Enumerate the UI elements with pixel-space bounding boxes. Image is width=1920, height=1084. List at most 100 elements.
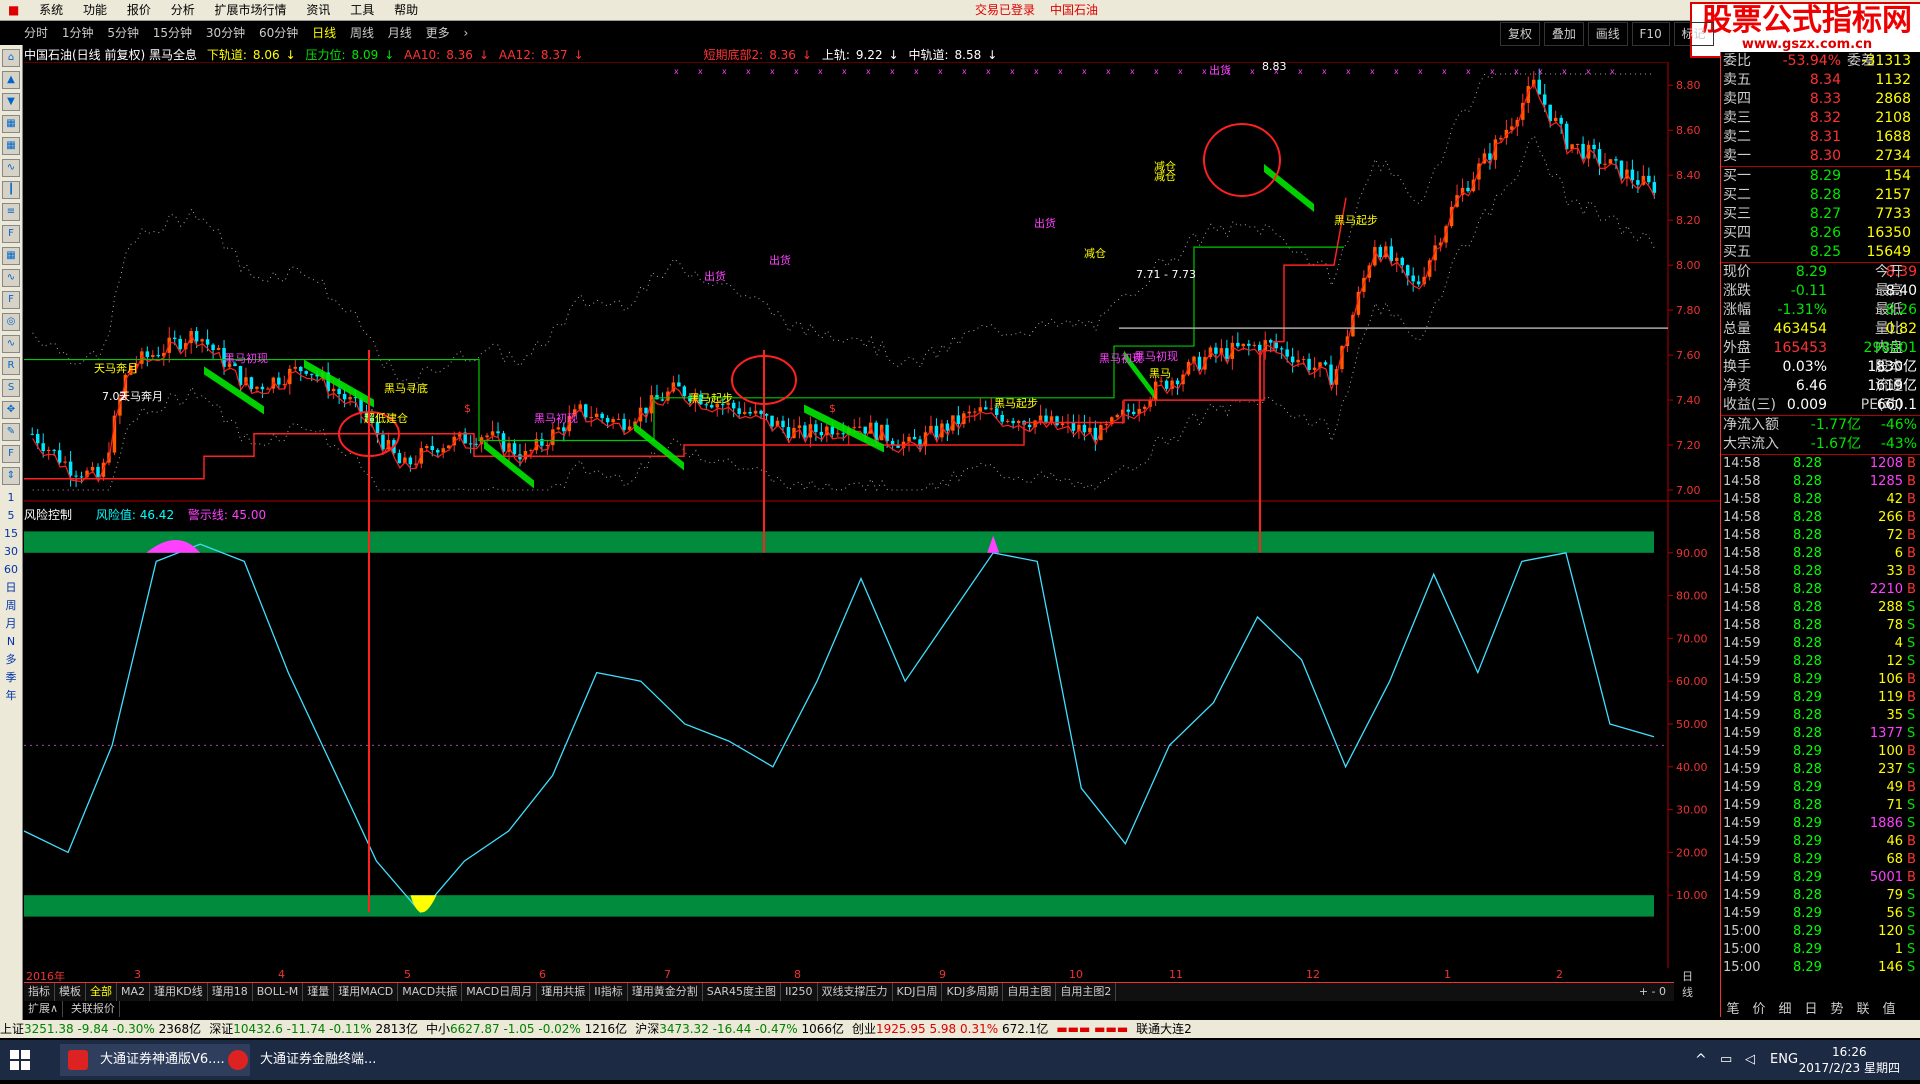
move-icon[interactable]: ✥ [2, 401, 20, 419]
period-tab[interactable]: 60分钟 [259, 22, 298, 44]
indicator-tab[interactable]: 瑾量 [303, 983, 334, 1001]
indicator-tab[interactable]: 瑾用18 [208, 983, 253, 1001]
indicator-tab[interactable]: SAR45度主图 [703, 983, 781, 1001]
indicator-tab[interactable]: II250 [781, 983, 817, 1001]
period-month[interactable]: 月 [0, 615, 22, 633]
indicator-tab[interactable]: KDJ多周期 [942, 983, 1003, 1001]
period-year[interactable]: 年 [0, 687, 22, 705]
index-item[interactable]: 中小6627.87 -1.05 -0.02% 1216亿 [426, 1020, 627, 1038]
clock[interactable]: 16:26 2017/2/23 星期四 [1799, 1040, 1900, 1084]
indicator-tab[interactable]: 自用主图2 [1056, 983, 1116, 1001]
period-tab[interactable]: 5分钟 [107, 22, 139, 44]
index-item[interactable]: 创业1925.95 5.98 0.31% 672.1亿 [852, 1020, 1048, 1038]
period-1[interactable]: 1 [0, 489, 22, 507]
indicator-tab[interactable]: MA2 [117, 983, 150, 1001]
indicator-tab[interactable]: 瑾用MACD [334, 983, 398, 1001]
tray-expand-icon[interactable]: ^ [1695, 1052, 1707, 1068]
period-tab[interactable]: 1分钟 [62, 22, 94, 44]
period-30[interactable]: 30 [0, 543, 22, 561]
windows-start-icon[interactable] [10, 1050, 30, 1070]
f10-button[interactable]: F10 [1632, 22, 1670, 46]
menu-quote[interactable]: 报价 [119, 0, 159, 20]
ime-indicator[interactable]: ENG [1770, 1052, 1798, 1067]
period-multi[interactable]: 多 [0, 651, 22, 669]
menu-system[interactable]: 系统 [31, 0, 71, 20]
menu-extended-market[interactable]: 扩展市场行情 [207, 0, 295, 20]
chevron-right-icon[interactable]: › [463, 22, 468, 44]
fuquan-button[interactable]: 复权 [1500, 22, 1540, 46]
menu-analysis[interactable]: 分析 [163, 0, 203, 20]
period-tab[interactable]: 分时 [24, 22, 48, 44]
draw-line-button[interactable]: 画线 [1588, 22, 1628, 46]
indicator-tab[interactable]: 瑾用黄金分割 [628, 983, 703, 1001]
indicator-tab[interactable]: MACD日周月 [462, 983, 537, 1001]
grid-icon[interactable]: ▦ [2, 115, 20, 133]
indicator-tab[interactable]: II指标 [590, 983, 628, 1001]
indicator-tab[interactable]: 模板 [55, 983, 86, 1001]
tab-nav-icon[interactable]: + - 0 [1635, 983, 1670, 1001]
expand-tab[interactable]: 扩展∧ [24, 1001, 63, 1017]
period-tab[interactable]: 30分钟 [206, 22, 245, 44]
home-icon[interactable]: ⌂ [2, 49, 20, 67]
quote-tab[interactable]: 细 [1772, 1000, 1798, 1020]
chart-icon[interactable]: ∿ [2, 159, 20, 177]
period-tab-active[interactable]: 日线 [312, 22, 336, 44]
period-tab[interactable]: 15分钟 [153, 22, 192, 44]
circle-icon[interactable]: ◎ [2, 313, 20, 331]
period-tab[interactable]: 周线 [350, 22, 374, 44]
indicator-tab[interactable]: 指标 [24, 983, 55, 1001]
quote-tab[interactable]: 联 [1850, 1000, 1876, 1020]
menu-tools[interactable]: 工具 [342, 0, 382, 20]
ruler-icon[interactable]: ⇕ [2, 467, 20, 485]
indicator-tab[interactable]: 双线支撑压力 [818, 983, 893, 1001]
period-5[interactable]: 5 [0, 507, 22, 525]
quote-tab[interactable]: 值 [1876, 1000, 1902, 1020]
menu-help[interactable]: 帮助 [386, 0, 426, 20]
f5-icon[interactable]: F [2, 445, 20, 463]
chart-icon[interactable]: ∿ [2, 269, 20, 287]
quote-tab[interactable]: 势 [1824, 1000, 1850, 1020]
period-tab[interactable]: 月线 [388, 22, 412, 44]
quote-tab[interactable]: 日 [1798, 1000, 1824, 1020]
server-name[interactable]: 联通大连2 [1136, 1020, 1192, 1038]
indicator-tab[interactable]: 瑾用KD线 [150, 983, 208, 1001]
s-icon[interactable]: S [2, 379, 20, 397]
period-week[interactable]: 周 [0, 597, 22, 615]
tick-list[interactable]: 14:588.281208B14:588.281285B14:588.2842B… [1721, 455, 1920, 977]
mark-button[interactable]: 标记 [1674, 22, 1714, 46]
menu-news[interactable]: 资讯 [298, 0, 338, 20]
down-icon[interactable]: ▼ [2, 93, 20, 111]
rsi-icon[interactable]: R [2, 357, 20, 375]
grid-icon[interactable]: ▦ [2, 137, 20, 155]
indicator-tab[interactable]: KDJ日周 [893, 983, 943, 1001]
menu-function[interactable]: 功能 [75, 0, 115, 20]
overlay-button[interactable]: 叠加 [1544, 22, 1584, 46]
indicator-tab[interactable]: 瑾用共振 [537, 983, 590, 1001]
volume-icon[interactable]: ◁ [1745, 1052, 1755, 1067]
indicator-tab[interactable]: 全部 [86, 983, 117, 1001]
candlestick-chart[interactable]: xxxxxxxxxxxxxxxxxxxxxxxxxxxxxxxxxxxxxxxx… [24, 62, 1720, 502]
quote-tab[interactable]: 笔 [1720, 1000, 1746, 1020]
up-icon[interactable]: ▲ [2, 71, 20, 89]
candle-icon[interactable]: ┃ [2, 181, 20, 199]
period-day[interactable]: 日 [0, 579, 22, 597]
taskbar-app-2[interactable]: 大通证券金融终端... [220, 1044, 410, 1076]
grid-icon[interactable]: ▦ [2, 247, 20, 265]
app-icon[interactable]: ■ [0, 0, 27, 20]
f-icon[interactable]: F [2, 291, 20, 309]
network-icon[interactable]: ▭ [1720, 1052, 1732, 1067]
period-season[interactable]: 季 [0, 669, 22, 687]
list-icon[interactable]: ≡ [2, 203, 20, 221]
indicator-tab[interactable]: BOLL-M [253, 983, 304, 1001]
risk-control-chart[interactable]: 90.0080.0070.0060.0050.0040.0030.0020.00… [24, 500, 1720, 968]
period-60[interactable]: 60 [0, 561, 22, 579]
period-n[interactable]: N [0, 633, 22, 651]
indicator-tab[interactable]: MACD共振 [398, 983, 462, 1001]
index-item[interactable]: 上证3251.38 -9.84 -0.30% 2368亿 [0, 1020, 201, 1038]
period-tab[interactable]: 更多 [426, 22, 450, 44]
related-quote-tab[interactable]: 关联报价 [67, 1001, 120, 1017]
chart-icon[interactable]: ∿ [2, 335, 20, 353]
indicator-tab[interactable]: 自用主图 [1003, 983, 1056, 1001]
period-15[interactable]: 15 [0, 525, 22, 543]
f10-icon[interactable]: F [2, 225, 20, 243]
